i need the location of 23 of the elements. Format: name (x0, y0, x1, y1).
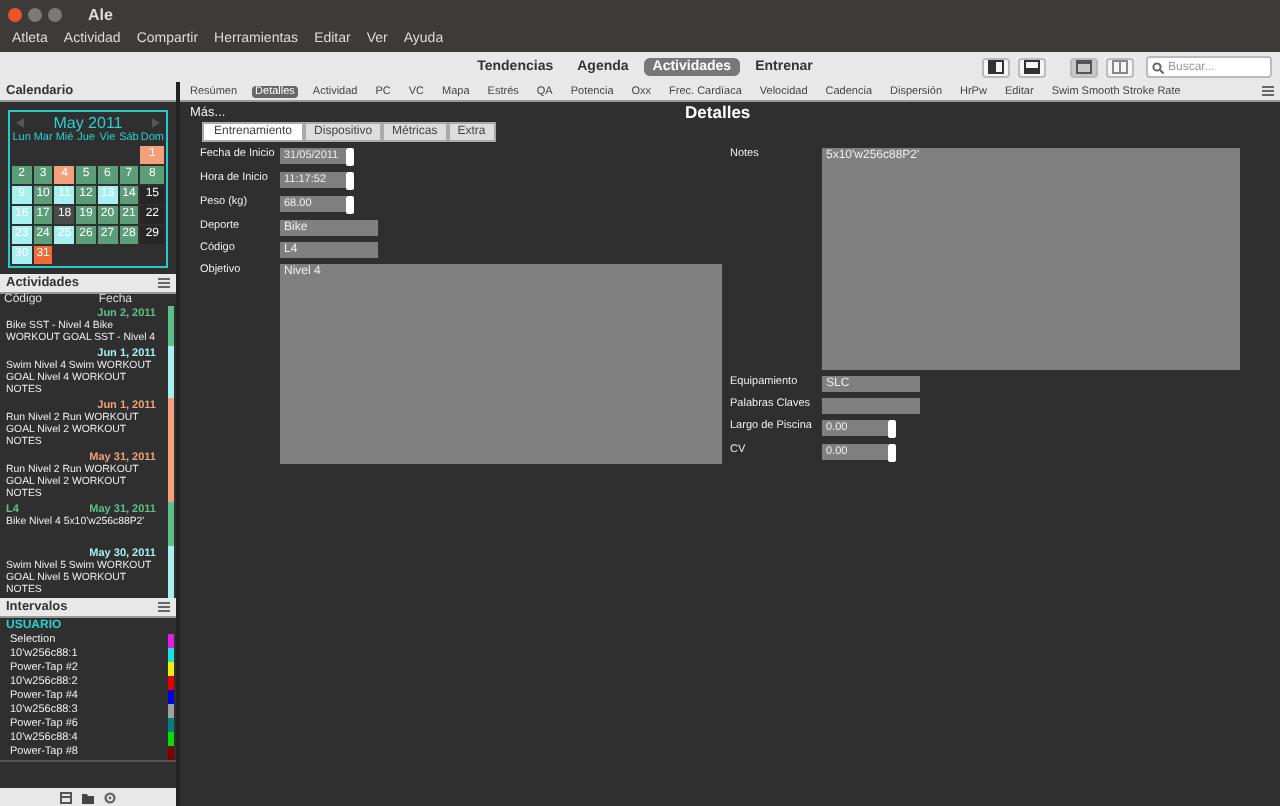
menu-icon (1262, 86, 1274, 96)
left-panel-icon (988, 60, 1004, 74)
menu-icon (158, 602, 170, 612)
month-title: May 2011 (53, 114, 123, 132)
window-icon (1076, 60, 1092, 74)
menu-icon (158, 278, 170, 288)
close-button[interactable] (8, 7, 22, 21)
folder-icon (82, 791, 94, 803)
input-field[interactable] (822, 398, 920, 414)
split-view-icon (1112, 60, 1128, 74)
search-icon (1152, 61, 1164, 73)
maximize-button[interactable] (48, 7, 62, 21)
bottom-panel-icon (1024, 60, 1040, 74)
settings-icon (104, 791, 116, 803)
next-month-icon (151, 118, 160, 128)
window-title: Ale (88, 5, 113, 23)
minimize-button[interactable] (28, 7, 42, 21)
toolbar-button[interactable] (1070, 57, 1098, 77)
prev-month-icon (16, 118, 24, 128)
page-title: Detalles (683, 102, 753, 122)
table-icon (60, 791, 72, 803)
toolbar-button[interactable] (1018, 57, 1046, 77)
toolbar-button[interactable] (982, 57, 1010, 77)
